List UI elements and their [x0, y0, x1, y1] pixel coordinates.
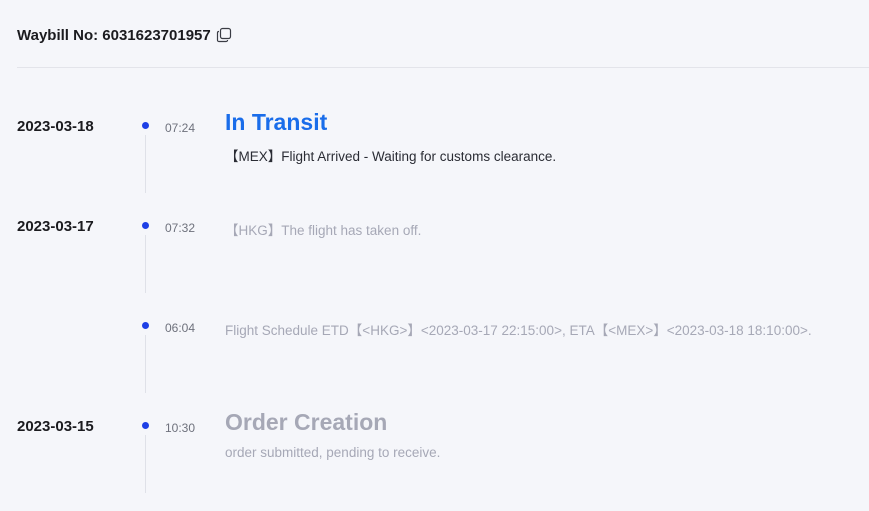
- timeline-line: [145, 235, 146, 293]
- event-time: 10:30: [165, 421, 196, 435]
- event-date: 2023-03-18: [17, 118, 94, 135]
- timeline-event: 06:04 Flight Schedule ETD【<HKG>】<2023-03…: [0, 311, 869, 411]
- event-description: 【MEX】Flight Arrived - Waiting for custom…: [225, 149, 557, 164]
- event-time: 06:04: [165, 321, 196, 335]
- event-status: Order Creation: [225, 409, 388, 435]
- event-time: 07:24: [165, 121, 196, 135]
- timeline-line: [145, 335, 146, 393]
- timeline-dot: [142, 122, 149, 129]
- timeline-line: [145, 435, 146, 493]
- event-status: In Transit: [225, 109, 328, 135]
- event-description: Flight Schedule ETD【<HKG>】<2023-03-17 22…: [225, 323, 812, 338]
- waybill-number: Waybill No: 6031623701957: [17, 26, 211, 44]
- event-date: 2023-03-17: [17, 218, 94, 235]
- header-divider: [17, 67, 869, 68]
- timeline-line: [145, 135, 146, 193]
- copy-icon[interactable]: [216, 27, 232, 43]
- event-time: 07:32: [165, 221, 196, 235]
- timeline-dot: [142, 322, 149, 329]
- timeline-dot: [142, 222, 149, 229]
- timeline-dot: [142, 422, 149, 429]
- timeline-event: 2023-03-18 07:24 In Transit 【MEX】Flight …: [0, 109, 869, 211]
- event-date: 2023-03-15: [17, 418, 94, 435]
- event-description: 【HKG】The flight has taken off.: [225, 223, 422, 238]
- timeline-event: 2023-03-15 10:30 Order Creation order su…: [0, 409, 869, 511]
- timeline-event: 2023-03-17 07:32 【HKG】The flight has tak…: [0, 211, 869, 311]
- event-description: order submitted, pending to receive.: [225, 445, 441, 460]
- waybill-header: Waybill No: 6031623701957: [17, 24, 232, 46]
